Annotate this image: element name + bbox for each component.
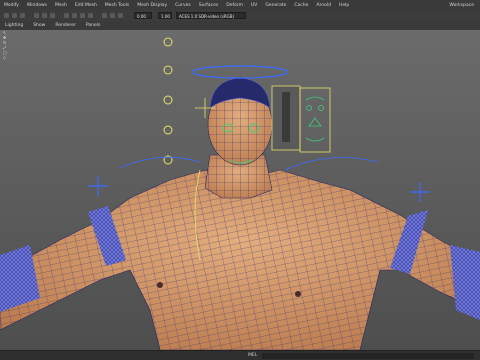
menu-mesh-display[interactable]: Mesh Display <box>133 3 171 8</box>
panel-menu-lighting[interactable]: Lighting <box>0 23 28 28</box>
control-circle-2[interactable] <box>163 65 173 75</box>
lights-icon[interactable] <box>88 13 93 18</box>
isolate-icon[interactable] <box>118 13 123 18</box>
camera-icon[interactable] <box>34 13 39 18</box>
gamma-field[interactable]: 1.00 <box>158 12 172 19</box>
clavicle-curve-right <box>284 157 379 171</box>
ao-icon[interactable] <box>110 13 115 18</box>
3d-viewport[interactable]: ↖ ✥ ↻ ⤢ ▢ ◇ <box>0 30 480 350</box>
last-tool-icon[interactable]: ◇ <box>0 55 10 60</box>
select-icon[interactable] <box>4 13 9 18</box>
command-input[interactable] <box>262 353 474 359</box>
command-line: MEL <box>0 350 480 360</box>
menu-surfaces[interactable]: Surfaces <box>195 3 223 8</box>
lasso-icon[interactable] <box>12 13 17 18</box>
panel-menubar: Lighting Show Renderer Panels <box>0 21 480 30</box>
grid-icon[interactable] <box>42 13 47 18</box>
menu-arnold[interactable]: Arnold <box>312 3 335 8</box>
menu-modify[interactable]: Modify <box>0 3 23 8</box>
facial-slider-panel[interactable] <box>271 85 331 153</box>
clavicle-curve-left <box>119 156 201 169</box>
menu-generate[interactable]: Generate <box>261 3 290 8</box>
panel-menu-show[interactable]: Show <box>28 23 50 28</box>
control-circle-3[interactable] <box>163 95 173 105</box>
menu-deform[interactable]: Deform <box>222 3 247 8</box>
textured-icon[interactable] <box>80 13 85 18</box>
menu-help[interactable]: Help <box>335 3 353 8</box>
menu-windows[interactable]: Windows <box>23 3 51 8</box>
right-shoulder-control[interactable] <box>410 182 430 202</box>
menu-edit-mesh[interactable]: Edit Mesh <box>71 3 101 8</box>
menu-mesh-tools[interactable]: Mesh Tools <box>101 3 133 8</box>
color-space-select[interactable]: ACES 1.0 SDR-video (sRGB) <box>176 12 246 19</box>
control-circle-1[interactable] <box>163 37 173 47</box>
left-shoulder-control[interactable] <box>88 176 108 196</box>
control-circle-4[interactable] <box>163 125 173 135</box>
menu-curves[interactable]: Curves <box>171 3 195 8</box>
film-gate-icon[interactable] <box>50 13 55 18</box>
wireframe-icon[interactable] <box>64 13 69 18</box>
panel-menu-renderer[interactable]: Renderer <box>50 23 81 28</box>
character-render <box>0 37 480 350</box>
menu-uv[interactable]: UV <box>247 3 261 8</box>
menu-mesh[interactable]: Mesh <box>51 3 71 8</box>
mel-label: MEL <box>248 353 258 358</box>
exposure-field[interactable]: 0.00 <box>134 12 152 19</box>
paint-icon[interactable] <box>20 13 25 18</box>
maya-window: Modify Windows Mesh Edit Mesh Mesh Tools… <box>0 0 480 360</box>
workspace-selector[interactable]: Workspace <box>449 3 480 8</box>
smooth-shade-icon[interactable] <box>72 13 77 18</box>
head-ring-control[interactable] <box>191 65 289 79</box>
shadows-icon[interactable] <box>102 13 107 18</box>
tool-box: ↖ ✥ ↻ ⤢ ▢ ◇ <box>0 30 10 80</box>
panel-menu-panels[interactable]: Panels <box>81 23 105 28</box>
menu-cache[interactable]: Cache <box>290 3 312 8</box>
